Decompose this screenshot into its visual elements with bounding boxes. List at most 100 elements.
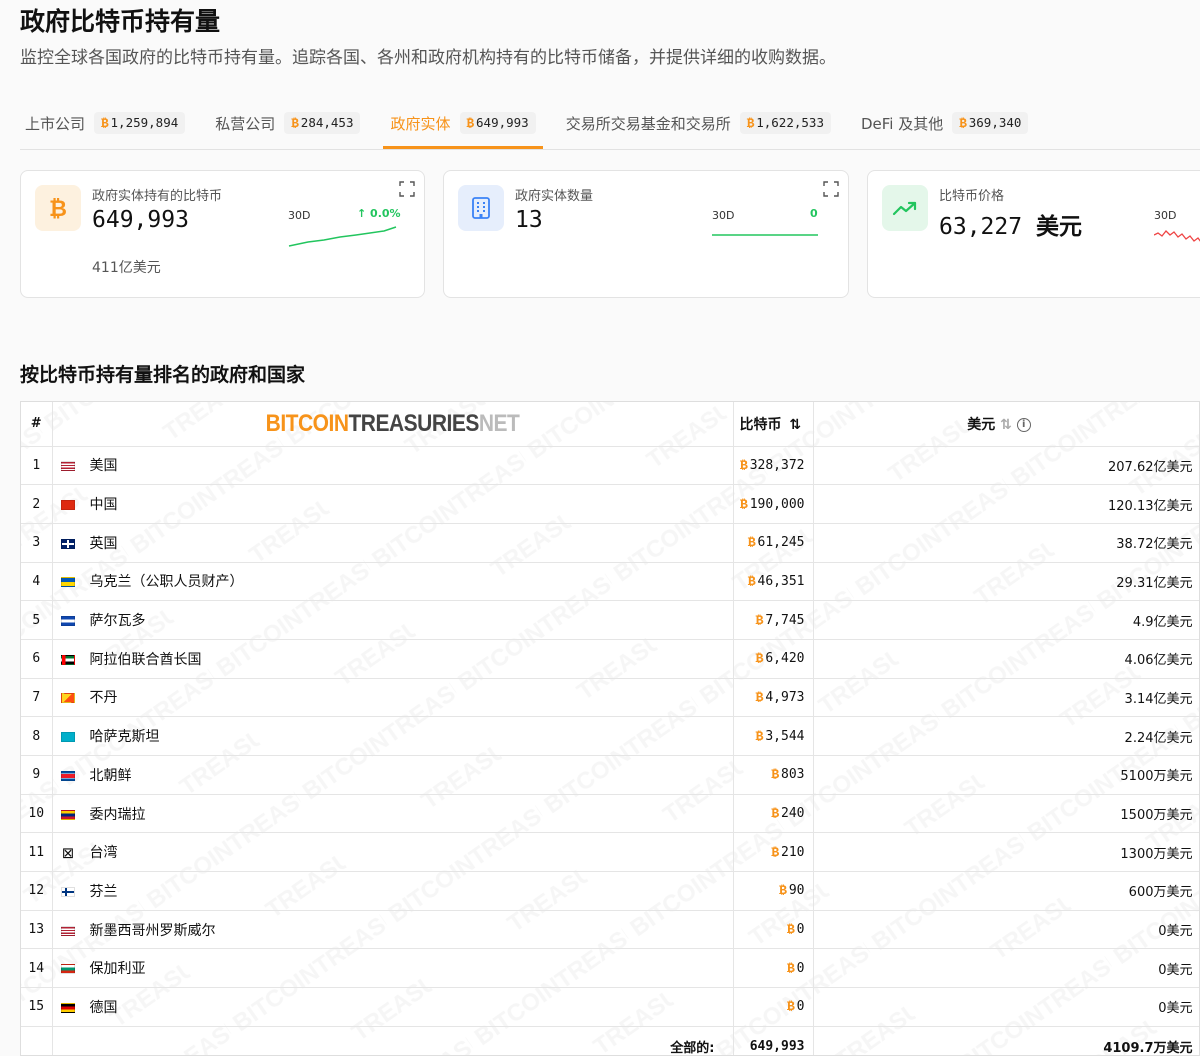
holdings-sparkline bbox=[288, 226, 397, 247]
tab-count-badge: ₿ 649,993 bbox=[459, 112, 536, 134]
btc-symbol: ₿ bbox=[739, 496, 748, 512]
btc-symbol: ₿ bbox=[755, 651, 764, 667]
btc-amount: 6,420 bbox=[765, 651, 805, 667]
tab-etfs-exchanges[interactable]: 交易所交易基金和交易所 ₿ 1,622,533 bbox=[561, 98, 836, 148]
tab-private-companies[interactable]: 私营公司 ₿ 284,453 bbox=[210, 98, 365, 148]
btc-amount-cell: ₿ 4,973 bbox=[733, 678, 814, 718]
rank-header: # bbox=[21, 402, 53, 447]
entity-name-cell[interactable]: 哈萨克斯坦 bbox=[52, 716, 734, 756]
price-value: 63,227 bbox=[939, 214, 1023, 240]
rank-cell: 2 bbox=[21, 484, 53, 524]
table-row[interactable]: 14 保加利亚 ₿ 0 0美元 bbox=[21, 948, 1199, 989]
rank-cell: 7 bbox=[21, 678, 53, 718]
table-row[interactable]: 9 北朝鲜 ₿ 803 5100万美元 bbox=[21, 755, 1199, 795]
entity-name-cell[interactable]: 乌克兰（公职人员财产） bbox=[52, 562, 734, 602]
table-row[interactable]: 10 委内瑞拉 ₿ 240 1500万美元 bbox=[21, 794, 1199, 834]
btc-symbol: ₿ bbox=[466, 115, 475, 130]
table-row[interactable]: 12 芬兰 ₿ 90 600万美元 bbox=[21, 871, 1199, 911]
sort-icon[interactable]: ⇅ bbox=[1000, 417, 1012, 433]
entities-sparkline bbox=[712, 234, 818, 236]
flag-gb-icon bbox=[60, 538, 75, 549]
table-row[interactable]: 1 美国 ₿ 328,372 207.62亿美元 bbox=[21, 446, 1199, 486]
entity-name-cell[interactable]: 保加利亚 bbox=[52, 948, 734, 989]
tab-label: 交易所交易基金和交易所 bbox=[565, 114, 731, 133]
period-label: 30D bbox=[712, 209, 735, 222]
table-row[interactable]: 2 中国 ₿ 190,000 120.13亿美元 bbox=[21, 484, 1199, 524]
expand-icon[interactable] bbox=[399, 181, 415, 197]
info-icon[interactable]: i bbox=[1016, 417, 1031, 432]
entity-name-cell[interactable]: 德国 bbox=[52, 987, 734, 1027]
entity-name-cell[interactable]: 萨尔瓦多 bbox=[52, 600, 734, 640]
expand-icon[interactable] bbox=[823, 181, 839, 197]
entity-name: 阿拉伯联合酋长国 bbox=[89, 651, 202, 668]
btc-amount-cell: ₿ 210 bbox=[733, 832, 814, 873]
table-row[interactable]: 5 萨尔瓦多 ₿ 7,745 4.9亿美元 bbox=[21, 600, 1199, 640]
category-tabs: 上市公司 ₿ 1,259,894 私营公司 ₿ 284,453 政府实体 ₿ 649,… bbox=[20, 98, 1200, 150]
entity-name-cell[interactable]: 英国 bbox=[52, 523, 734, 563]
table-row[interactable]: 11 ⊠ 台湾 ₿ 210 1300万美元 bbox=[21, 832, 1199, 873]
flag-bt-icon bbox=[60, 693, 75, 704]
entity-name: 哈萨克斯坦 bbox=[89, 729, 160, 746]
tab-public-companies[interactable]: 上市公司 ₿ 1,259,894 bbox=[20, 98, 190, 148]
entity-name-cell[interactable]: 芬兰 bbox=[52, 871, 734, 911]
holdings-table: BITCOINTREASURIES TREASURIES # BITCOINTR… bbox=[20, 401, 1200, 1056]
btc-amount: 46,351 bbox=[757, 573, 805, 589]
table-row[interactable]: 3 英国 ₿ 61,245 38.72亿美元 bbox=[21, 523, 1199, 563]
entity-name-cell[interactable]: 委内瑞拉 bbox=[52, 794, 734, 834]
entity-name-cell[interactable]: 中国 bbox=[52, 484, 734, 524]
usd-value-cell: 29.31亿美元 bbox=[813, 562, 1199, 602]
btc-amount-cell: ₿ 0 bbox=[733, 987, 814, 1027]
entity-name-cell[interactable]: 阿拉伯联合酋长国 bbox=[52, 639, 734, 679]
rank-cell: 15 bbox=[21, 987, 53, 1027]
tab-defi-other[interactable]: DeFi 及其他 ₿ 369,340 bbox=[856, 98, 1033, 148]
btc-amount: 3,544 bbox=[765, 728, 805, 744]
usd-value-cell: 120.13亿美元 bbox=[813, 484, 1199, 524]
entity-name: 德国 bbox=[89, 999, 118, 1016]
rank-cell: 14 bbox=[21, 948, 53, 989]
btc-amount: 0 bbox=[796, 922, 805, 938]
flag-kp-icon bbox=[60, 770, 75, 781]
table-row[interactable]: 6 阿拉伯联合酋长国 ₿ 6,420 4.06亿美元 bbox=[21, 639, 1199, 679]
page-title: 政府比特币持有量 bbox=[20, 7, 221, 36]
tab-count-badge: ₿ 1,259,894 bbox=[94, 112, 186, 134]
btc-amount-cell: ₿ 6,420 bbox=[733, 639, 814, 679]
flag-kz-icon bbox=[60, 732, 75, 743]
usd-value-cell: 4.9亿美元 bbox=[813, 600, 1199, 640]
brand-part-1: BITCOIN bbox=[265, 409, 349, 437]
entity-name-cell[interactable]: ⊠ 台湾 bbox=[52, 832, 734, 873]
rank-cell: 1 bbox=[21, 446, 53, 486]
table-row[interactable]: 8 哈萨克斯坦 ₿ 3,544 2.24亿美元 bbox=[21, 716, 1199, 756]
flag-sv-icon bbox=[60, 616, 75, 627]
entity-name-cell[interactable]: 北朝鲜 bbox=[52, 755, 734, 795]
btc-amount: 0 bbox=[796, 999, 805, 1015]
btc-column-header[interactable]: 比特币 ⇅ bbox=[733, 402, 814, 447]
table-row[interactable]: 4 乌克兰（公职人员财产） ₿ 46,351 29.31亿美元 bbox=[21, 562, 1199, 602]
entity-count-card: 政府实体数量 13 30D 0 bbox=[443, 170, 849, 298]
entity-name-cell[interactable]: 新墨西哥州罗斯威尔 bbox=[52, 910, 734, 950]
btc-price-card: 比特币价格 63,227 美元 30D bbox=[867, 170, 1200, 298]
table-row[interactable]: 15 德国 ₿ 0 0美元 bbox=[21, 987, 1199, 1027]
btc-amount-cell: ₿ 0 bbox=[733, 948, 814, 989]
tab-count-badge: ₿ 369,340 bbox=[952, 112, 1029, 134]
btc-amount-cell: ₿ 240 bbox=[733, 794, 814, 834]
btc-symbol: ₿ bbox=[739, 457, 748, 473]
usd-column-header[interactable]: 美元 ⇅ i bbox=[813, 402, 1199, 447]
tab-government-entities[interactable]: 政府实体 ₿ 649,993 bbox=[383, 98, 543, 149]
total-label: 全部的: bbox=[52, 1026, 734, 1055]
btc-symbol: ₿ bbox=[101, 115, 109, 130]
btc-holdings-card: ₿ 政府实体持有的比特币 649,993 411亿美元 30D ↑ 0.0% bbox=[20, 170, 425, 298]
table-row[interactable]: 7 不丹 ₿ 4,973 3.14亿美元 bbox=[21, 678, 1199, 718]
entity-name-cell[interactable]: 不丹 bbox=[52, 678, 734, 718]
entity-name: 台湾 bbox=[89, 845, 118, 862]
table-row[interactable]: 13 新墨西哥州罗斯威尔 ₿ 0 0美元 bbox=[21, 910, 1199, 950]
sort-icon[interactable]: ⇅ bbox=[789, 417, 801, 433]
usd-value-cell: 5100万美元 bbox=[813, 755, 1199, 795]
btc-amount-cell: ₿ 328,372 bbox=[733, 446, 814, 486]
btc-symbol: ₿ bbox=[779, 883, 787, 899]
bitcoin-icon: ₿ bbox=[35, 185, 81, 231]
btc-symbol: ₿ bbox=[755, 612, 764, 628]
btc-amount: 4,973 bbox=[765, 689, 805, 705]
rank-cell: 8 bbox=[21, 716, 53, 756]
entity-name-cell[interactable]: 美国 bbox=[52, 446, 734, 486]
btc-amount: 240 bbox=[781, 806, 805, 822]
